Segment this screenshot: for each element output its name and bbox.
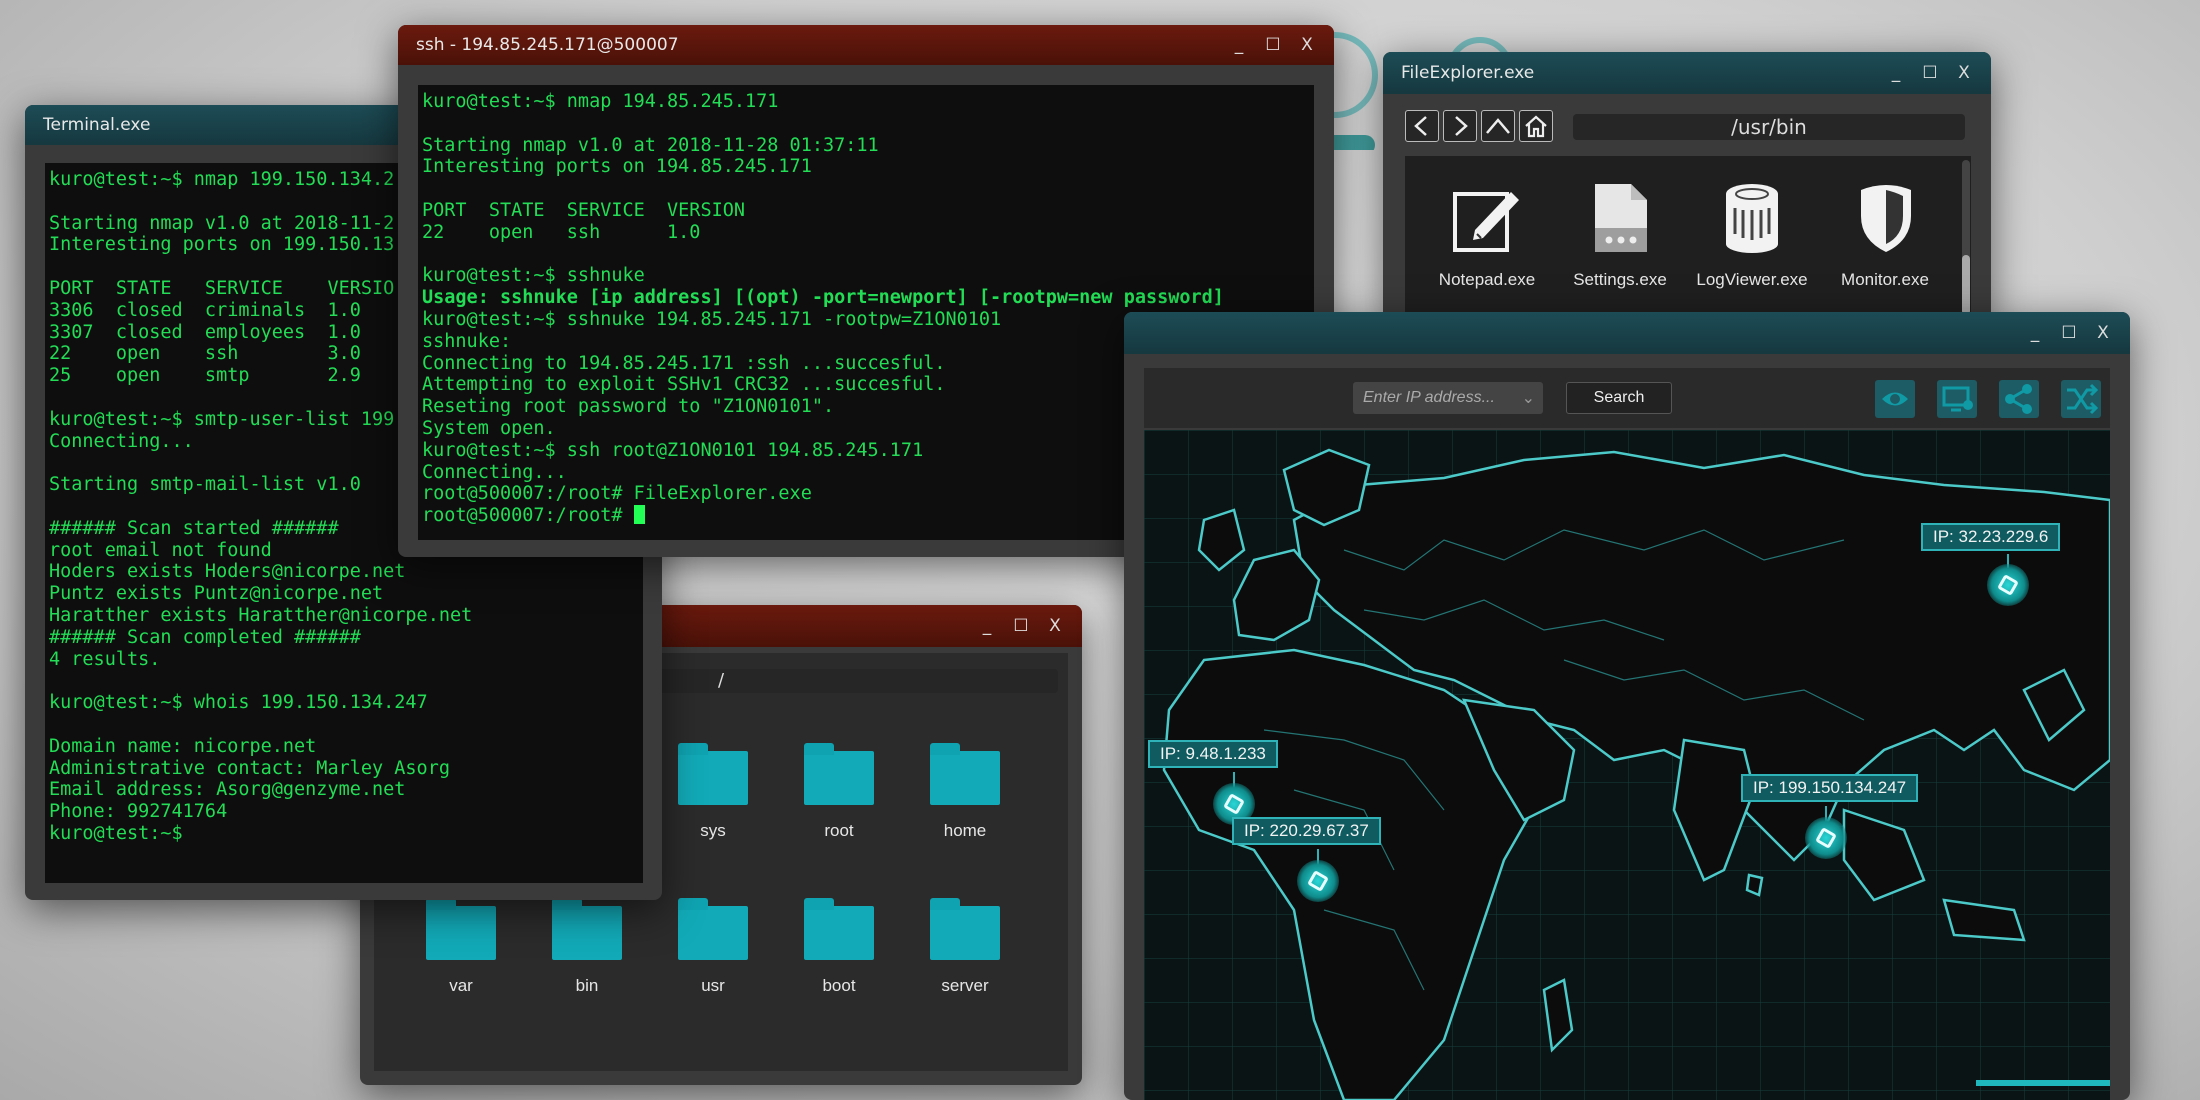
hexagon-node-icon[interactable] <box>1805 817 1847 859</box>
maximize-icon[interactable]: ☐ <box>2052 323 2086 343</box>
maximize-icon[interactable]: ☐ <box>1004 616 1038 636</box>
close-icon[interactable]: X <box>1038 616 1072 636</box>
minimize-icon[interactable]: _ <box>970 616 1004 636</box>
terminal-line: 4 results. <box>49 648 161 670</box>
close-icon[interactable]: X <box>2086 323 2120 343</box>
terminal-line: Administrative contact: Marley Asorg <box>49 757 450 779</box>
terminal-line: Hoders exists Hoders@nicorpe.net <box>49 561 406 583</box>
window-title: ssh - 194.85.245.171@500007 <box>416 35 679 55</box>
window-titlebar[interactable]: ssh - 194.85.245.171@500007 _ ☐ X <box>398 25 1334 65</box>
settings-file-icon <box>1595 184 1647 252</box>
forward-icon[interactable] <box>1443 110 1477 142</box>
monitor-plus-icon[interactable] <box>1937 380 1977 418</box>
eye-icon[interactable] <box>1875 380 1915 418</box>
close-icon[interactable]: X <box>1947 63 1981 83</box>
minimize-icon[interactable]: _ <box>2018 323 2052 343</box>
terminal-line: kuro@test:~$ nmap 194.85.245.171 <box>422 91 779 112</box>
path-bar[interactable]: /usr/bin <box>1573 114 1965 140</box>
marker-label: IP: 32.23.229.6 <box>1921 523 2061 551</box>
text-cursor <box>633 505 645 525</box>
terminal-line: PORT STATE SERVICE VERSION <box>422 199 746 221</box>
window-title: FileExplorer.exe <box>1401 63 1535 83</box>
minimize-icon[interactable]: _ <box>1879 63 1913 83</box>
home-icon[interactable] <box>1519 110 1553 142</box>
terminal-line: kuro@test:~$ <box>49 822 183 844</box>
file-explorer-window[interactable]: FileExplorer.exe _ ☐ X /usr/bin Notepad.… <box>1383 52 1991 322</box>
window-titlebar[interactable]: _ ☐ X <box>1124 312 2130 354</box>
terminal-line: Haratther exists Haratther@nicorpe.net <box>49 604 473 626</box>
hexagon-node-icon[interactable] <box>1297 860 1339 902</box>
terminal-line: ###### Scan completed ###### <box>49 626 361 648</box>
hexagon-node-icon[interactable] <box>1987 564 2029 606</box>
maximize-icon[interactable]: ☐ <box>1256 35 1290 55</box>
terminal-line: Starting nmap v1.0 at 2018-11-28 01:37:1… <box>422 134 879 156</box>
window-titlebar[interactable]: FileExplorer.exe _ ☐ X <box>1383 52 1991 94</box>
terminal-line: Phone: 992741764 <box>49 801 228 823</box>
maximize-icon[interactable]: ☐ <box>1913 63 1947 83</box>
marker-label: IP: 9.48.1.233 <box>1148 740 1278 768</box>
notepad-icon <box>1453 192 1519 252</box>
close-icon[interactable]: X <box>1290 35 1324 55</box>
minimize-icon[interactable]: _ <box>1222 35 1256 55</box>
back-icon[interactable] <box>1405 110 1439 142</box>
search-button[interactable]: Search <box>1566 382 1672 414</box>
shield-icon <box>1861 185 1911 252</box>
marker-label: IP: 220.29.67.37 <box>1232 817 1381 845</box>
terminal-line: 22 open ssh 1.0 <box>422 221 701 243</box>
terminal-line: Usage: sshnuke [ip address] [(opt) -port… <box>422 287 1224 309</box>
ip-address-input[interactable]: Enter IP address... ⌄ <box>1353 382 1543 414</box>
scrollbar[interactable] <box>1962 160 1970 320</box>
chevron-down-icon: ⌄ <box>1521 390 1535 407</box>
terminal-line: kuro@test:~$ whois 199.150.134.247 <box>49 692 428 714</box>
marker-label: IP: 199.150.134.247 <box>1741 774 1919 802</box>
network-map-window[interactable]: _ ☐ X Enter IP address... ⌄ Search IP: 3… <box>1124 312 2130 1100</box>
up-icon[interactable] <box>1481 110 1515 142</box>
terminal-line: Email address: Asorg@genzyme.net <box>49 779 406 801</box>
terminal-line: Domain name: nicorpe.net <box>49 735 317 757</box>
logviewer-icon <box>1726 184 1778 253</box>
terminal-line: Puntz exists Puntz@nicorpe.net <box>49 583 384 605</box>
terminal-line: Interesting ports on 194.85.245.171 <box>422 156 812 178</box>
terminal-line: kuro@test:~$ sshnuke <box>422 265 645 287</box>
map-bottom-bar <box>1976 1080 2110 1086</box>
shuffle-icon[interactable] <box>2061 380 2101 418</box>
share-icon[interactable] <box>1999 380 2039 418</box>
